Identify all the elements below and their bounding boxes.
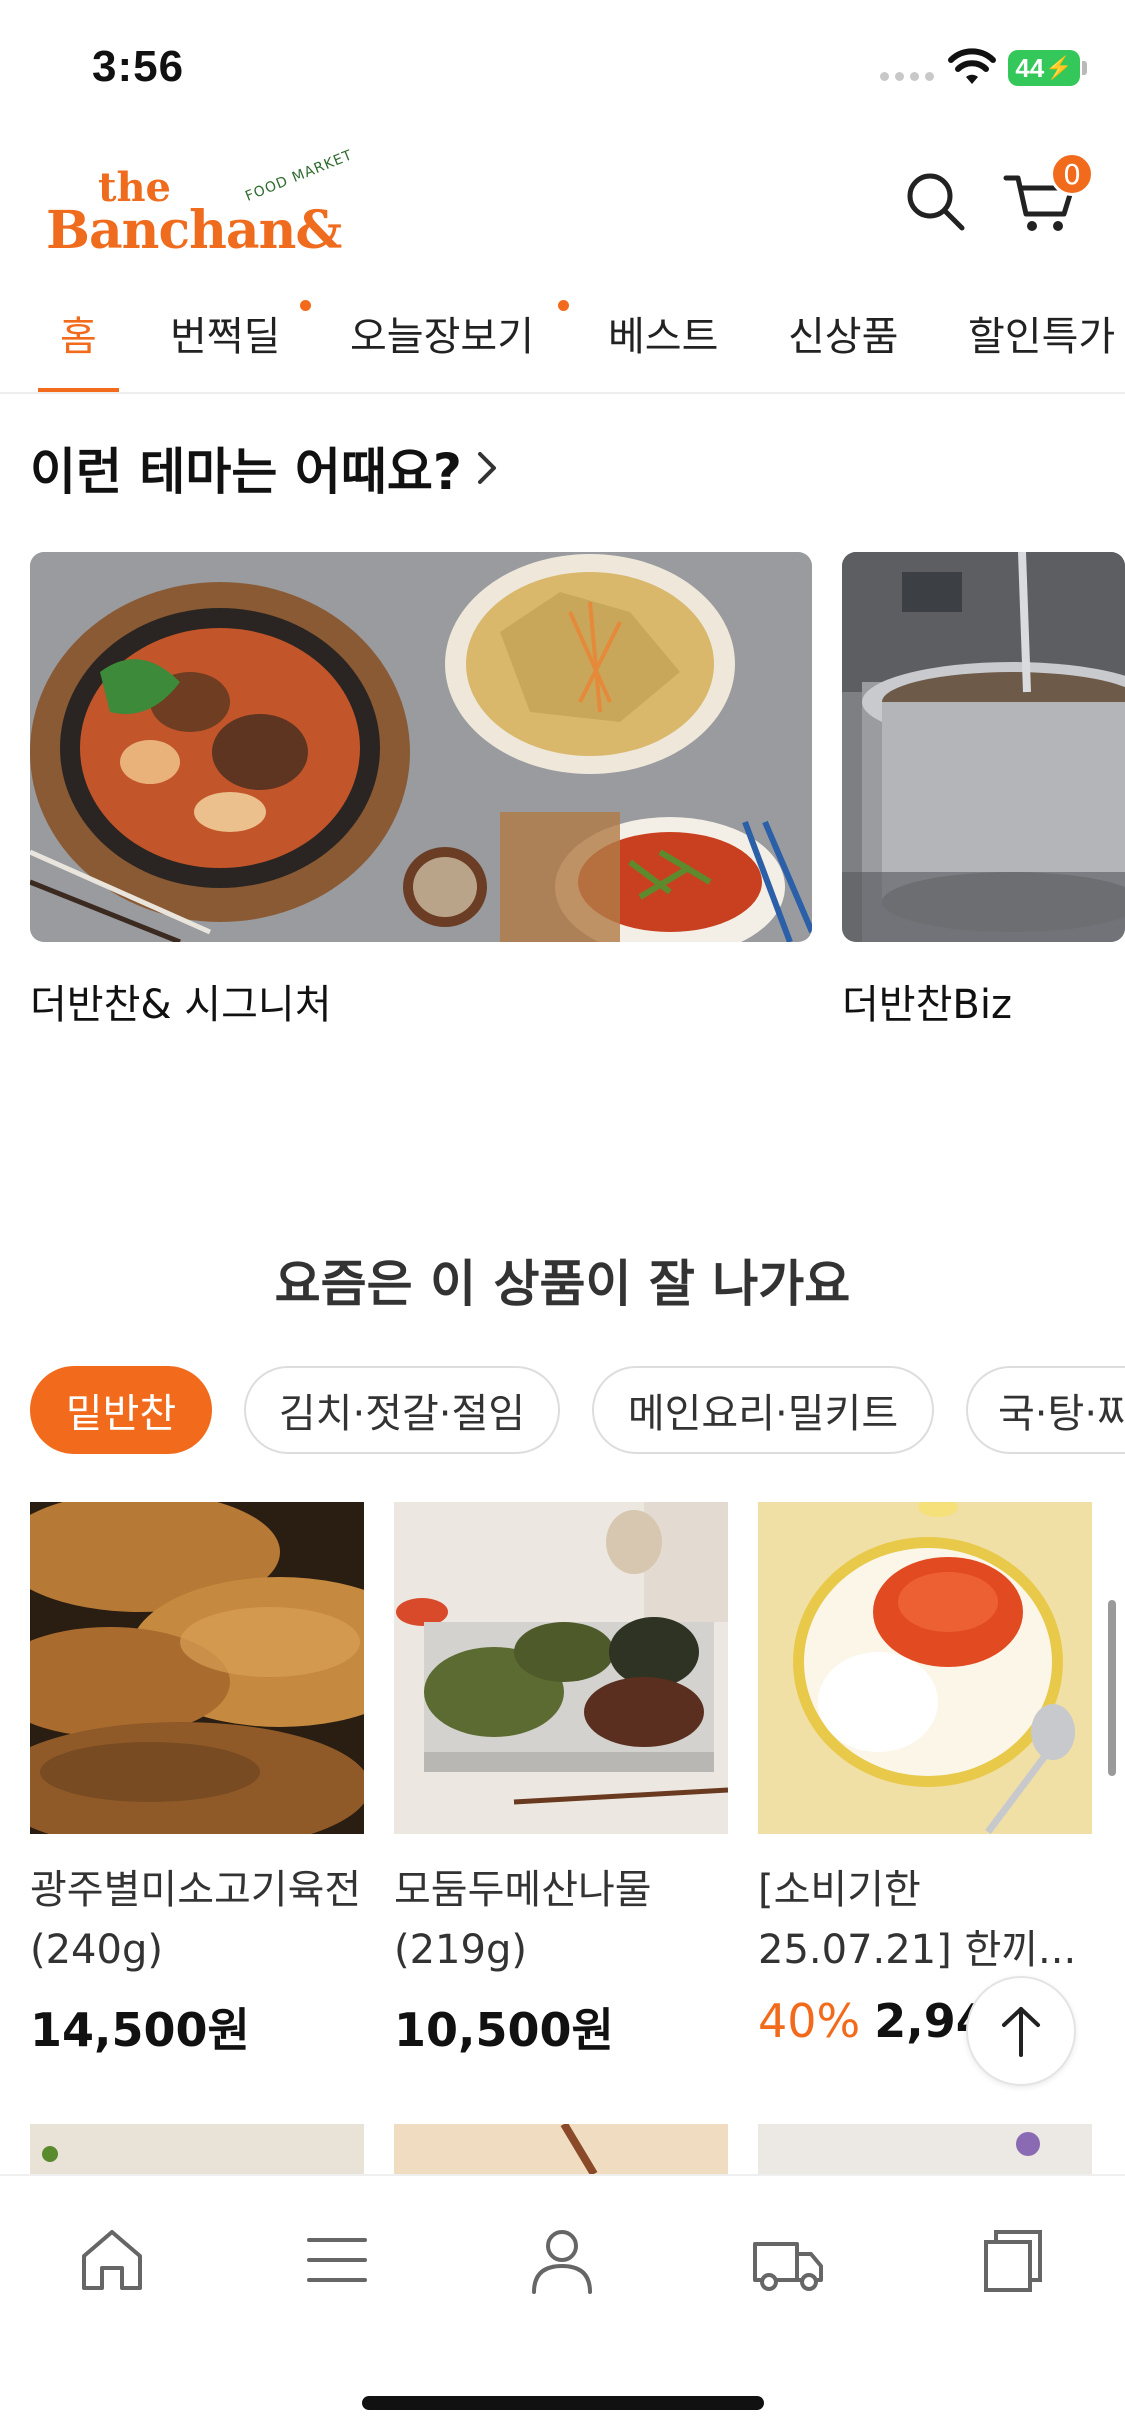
tab-new-products[interactable]: 신상품	[788, 304, 899, 392]
product-image-namul	[394, 1502, 729, 1834]
cart-count-badge: 0	[1050, 152, 1094, 196]
logo-food-market: FOOD MARKET	[243, 147, 356, 205]
product-name: 광주별미소고기육전(240g)	[30, 1867, 362, 1973]
chevron-right-icon	[477, 452, 496, 484]
product-image-peek	[758, 2124, 1092, 2174]
scrollbar[interactable]	[1108, 1600, 1116, 1776]
tab-label: 할인특가	[968, 314, 1116, 360]
chip-label: 국·탕·찌개	[998, 1391, 1125, 1437]
status-time: 3:56	[92, 42, 185, 91]
home-icon[interactable]	[72, 2220, 152, 2300]
chip-main-dish[interactable]: 메인요리·밀키트	[592, 1366, 934, 1454]
chip-soup[interactable]: 국·탕·찌개	[966, 1366, 1125, 1454]
product-card[interactable]: [소비기한 25.07.21] 한끼... 40% 2,94	[758, 1497, 1092, 2048]
product-price-value: 14,500원	[30, 2003, 250, 2057]
banchan-logo[interactable]: the Banchan& FOOD MARKET	[46, 147, 356, 268]
wifi-icon	[948, 48, 996, 84]
recent-items-icon[interactable]	[972, 2220, 1052, 2300]
tab-best[interactable]: 베스트	[608, 304, 719, 392]
app-header: the Banchan& FOOD MARKET 0	[0, 140, 1125, 270]
tab-today-shopping[interactable]: 오늘장보기	[350, 304, 534, 392]
status-bar: 3:56 44 ⚡	[0, 0, 1125, 140]
new-dot	[558, 300, 569, 311]
theme-image-korean-dishes	[28, 552, 815, 957]
product-image-beef-jeon	[0, 1492, 430, 1852]
tab-label: 오늘장보기	[350, 314, 534, 360]
cellular-signal-icon	[880, 72, 934, 81]
product-image-peek	[30, 2124, 364, 2174]
battery-level: 44	[1015, 52, 1045, 83]
battery-cap	[1082, 61, 1087, 75]
chip-label: 김치·젓갈·절임	[278, 1391, 526, 1437]
user-icon[interactable]	[522, 2220, 602, 2300]
tab-label: 신상품	[788, 314, 899, 360]
theme-card-label: 더반찬& 시그니처	[30, 982, 332, 1028]
product-price: 14,500원	[30, 1994, 364, 2060]
best-section-title: 요즘은 이 상품이 잘 나가요	[274, 1255, 851, 1313]
product-name: [소비기한 25.07.21] 한끼...	[758, 1867, 1077, 1973]
logo-banchan: Banchan&	[46, 200, 342, 261]
tab-label: 베스트	[608, 314, 719, 360]
product-card[interactable]: 광주별미소고기육전(240g) 14,500원	[0, 1492, 430, 2060]
product-price-value: 10,500원	[394, 2003, 614, 2057]
discount-rate: 40%	[758, 1994, 861, 2048]
chip-label: 메인요리·밀키트	[627, 1391, 899, 1437]
chip-kimchi[interactable]: 김치·젓갈·절임	[244, 1366, 560, 1454]
new-dot	[300, 300, 311, 311]
product-name: 모둠두메산나물(219g)	[394, 1867, 652, 1973]
theme-title-text: 이런 테마는 어때요?	[30, 443, 462, 501]
scroll-to-top-button[interactable]	[966, 1976, 1076, 2086]
search-icon[interactable]	[900, 166, 970, 236]
arrow-up-icon	[1002, 2007, 1040, 2057]
active-tab-underline	[38, 388, 119, 392]
menu-icon[interactable]	[297, 2220, 377, 2300]
theme-card-label: 더반찬Biz	[842, 982, 1012, 1028]
product-price: 10,500원	[394, 1994, 728, 2060]
theme-card-signature[interactable]: 더반찬& 시그니처	[28, 552, 815, 1028]
chip-label: 밑반찬	[65, 1391, 177, 1437]
product-card[interactable]: 모둠두메산나물(219g) 10,500원	[394, 1502, 729, 2060]
home-indicator	[362, 2396, 764, 2410]
product-image-peek	[394, 2124, 728, 2174]
delivery-truck-icon[interactable]	[747, 2220, 827, 2300]
tab-label: 홈	[60, 314, 97, 360]
best-category-chips: 밑반찬 김치·젓갈·절임 메인요리·밀키트 국·탕·찌개	[30, 1366, 1125, 1456]
tab-discount[interactable]: 할인특가	[968, 304, 1116, 392]
tab-label: 번쩍딜	[170, 314, 281, 360]
chip-side-dish[interactable]: 밑반찬	[30, 1366, 212, 1454]
theme-image-kitchen-pot	[842, 551, 1125, 942]
battery-indicator: 44 ⚡	[1008, 50, 1080, 86]
category-tabs: 홈 번쩍딜 오늘장보기 베스트 신상품 할인특가	[0, 290, 1125, 394]
tab-home[interactable]: 홈	[38, 304, 119, 392]
product-image-rice-meal	[758, 1497, 1092, 1835]
theme-card-biz[interactable]: 더반찬Biz	[842, 551, 1125, 1028]
theme-section-title[interactable]: 이런 테마는 어때요?	[30, 432, 502, 504]
tab-flash-deal[interactable]: 번쩍딜	[170, 304, 281, 392]
